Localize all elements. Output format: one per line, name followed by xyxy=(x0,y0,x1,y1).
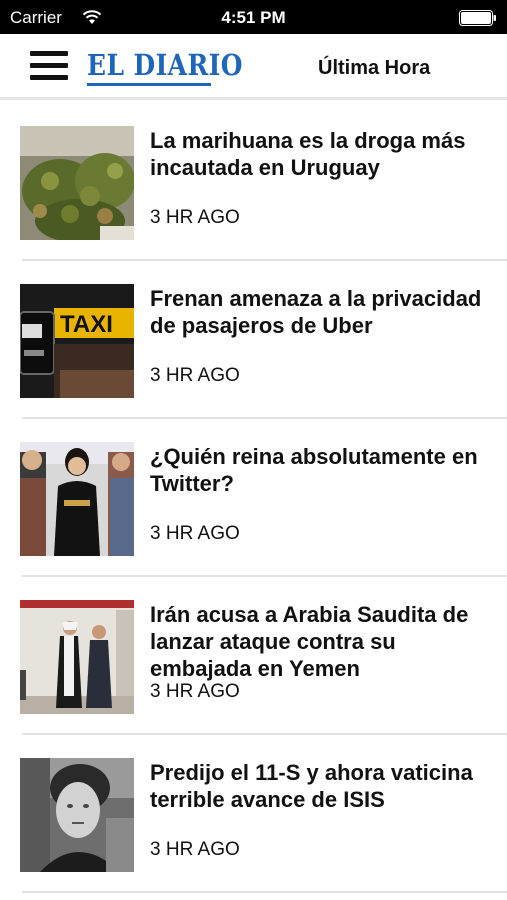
article-thumbnail[interactable] xyxy=(20,126,134,240)
hamburger-menu-icon[interactable] xyxy=(30,51,68,81)
article-time: 3 HR AGO xyxy=(150,681,240,702)
divider xyxy=(22,891,507,893)
officials-walking-photo xyxy=(20,600,134,714)
clock-time: 4:51 PM xyxy=(221,8,286,27)
svg-text:TAXI: TAXI xyxy=(60,311,113,338)
article-thumbnail[interactable] xyxy=(20,600,134,714)
article-item[interactable]: Predijo el 11-S y ahora vaticina terribl… xyxy=(0,735,507,893)
article-headline[interactable]: Frenan amenaza a la privacidad de pasaje… xyxy=(150,285,500,339)
navigation-bar: EL DIARIO Última Hora xyxy=(0,34,507,100)
article-item[interactable]: Irán acusa a Arabia Saudita de lanzar at… xyxy=(0,577,507,735)
elderly-woman-bw-photo xyxy=(20,758,134,872)
article-list: La marihuana es la droga más incautada e… xyxy=(0,103,507,893)
article-item[interactable]: TAXI Frenan amenaza a la privacidad de p… xyxy=(0,261,507,419)
article-time: 3 HR AGO xyxy=(150,523,240,544)
article-headline[interactable]: ¿Quién reina absolutamente en Twitter? xyxy=(150,443,500,497)
taxi-sign-photo: TAXI xyxy=(20,284,134,398)
celebrities-red-carpet-photo xyxy=(20,442,134,556)
article-time: 3 HR AGO xyxy=(150,365,240,386)
article-headline[interactable]: Predijo el 11-S y ahora vaticina terribl… xyxy=(150,759,500,813)
el-diario-logo[interactable]: EL DIARIO xyxy=(87,48,243,82)
section-title: Última Hora xyxy=(318,57,431,79)
article-item[interactable]: La marihuana es la droga más incautada e… xyxy=(0,103,507,261)
article-thumbnail[interactable] xyxy=(20,758,134,872)
article-item[interactable]: ¿Quién reina absolutamente en Twitter? 3… xyxy=(0,419,507,577)
marijuana-photo xyxy=(20,126,134,240)
article-headline[interactable]: Irán acusa a Arabia Saudita de lanzar at… xyxy=(150,601,500,682)
article-time: 3 HR AGO xyxy=(150,207,240,228)
status-bar: Carrier 4:51 PM xyxy=(0,0,507,34)
battery-icon xyxy=(459,10,496,26)
article-thumbnail[interactable]: TAXI xyxy=(20,284,134,398)
article-thumbnail[interactable] xyxy=(20,442,134,556)
article-headline[interactable]: La marihuana es la droga más incautada e… xyxy=(150,127,500,181)
article-time: 3 HR AGO xyxy=(150,839,240,860)
logo-underline xyxy=(87,83,211,86)
